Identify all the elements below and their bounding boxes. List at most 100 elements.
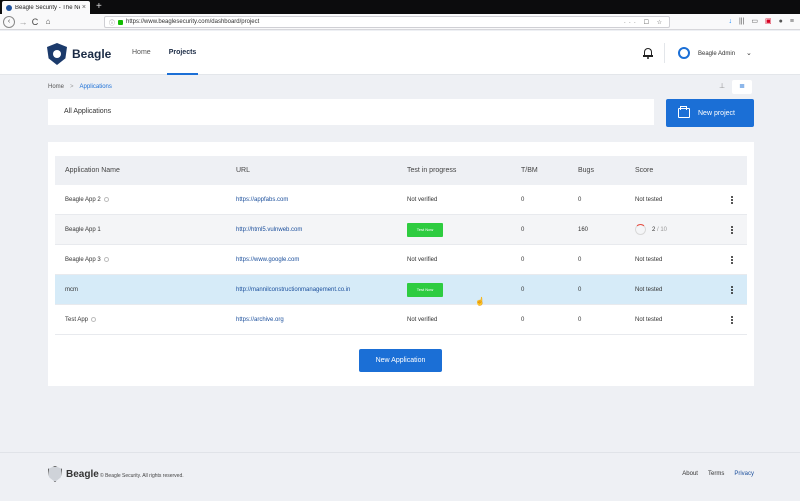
column-score: Score (635, 167, 654, 174)
column-test-in-progress: Test in progress (407, 167, 457, 174)
menu-icon[interactable]: ≡ (790, 16, 794, 28)
reload-icon[interactable]: C (30, 16, 40, 28)
score-value: Not tested (635, 257, 663, 263)
app-url-link[interactable]: http://html5.vulnweb.com (236, 215, 302, 245)
column-bugs: Bugs (578, 167, 594, 174)
more-options-icon[interactable] (731, 196, 734, 205)
column-application-name: Application Name (65, 167, 120, 174)
score-value: Not tested (635, 287, 663, 293)
library-icon[interactable]: ||| (739, 16, 744, 28)
more-options-icon[interactable] (731, 256, 734, 265)
browser-toolbar: ↓ ||| ▭ ▣ ● ≡ (728, 16, 794, 28)
test-now-button[interactable]: Test Now (407, 223, 443, 237)
beagle-logo[interactable]: Beagle (47, 43, 111, 65)
breadcrumb-separator: > (70, 84, 74, 90)
table-row[interactable]: mcm http://mannilconstructionmanagement.… (55, 275, 747, 305)
beagle-shield-icon (47, 43, 67, 65)
app-url-link[interactable]: https://appfabs.com (236, 185, 288, 215)
footer-link-privacy[interactable]: Privacy (734, 471, 754, 477)
logo-text: Beagle (72, 47, 112, 61)
score-value: 2 / 10 (635, 215, 667, 245)
bugs-value: 160 (578, 227, 589, 233)
main-nav: Home Projects (130, 31, 198, 75)
app-url-link[interactable]: http://mannilconstructionmanagement.co.i… (236, 275, 350, 305)
user-name[interactable]: Beagle Admin (698, 51, 735, 57)
url-text[interactable]: https://www.beaglesecurity.com/dashboard… (126, 19, 624, 25)
column-tbm: T/BM (521, 167, 538, 174)
bugs-value: 0 (578, 317, 582, 323)
home-icon[interactable]: ⌂ (43, 16, 53, 28)
more-options-icon[interactable] (731, 226, 734, 235)
verification-status: Not verified (407, 257, 438, 263)
new-application-button[interactable]: New Application (359, 349, 442, 372)
verification-status: Not verified (407, 197, 438, 203)
table-row[interactable]: Beagle App 2 https://appfabs.com Not ver… (55, 185, 747, 215)
url-bar[interactable]: ⓘ https://www.beaglesecurity.com/dashboa… (104, 16, 670, 28)
table-header: Application Name URL Test in progress T/… (55, 156, 747, 185)
info-icon[interactable] (103, 256, 109, 262)
info-icon[interactable]: ⓘ (109, 18, 115, 27)
forward-icon[interactable]: → (18, 16, 28, 28)
tbm-value: 0 (521, 197, 525, 203)
footer: Beagle © Beagle Security. All rights res… (0, 452, 800, 501)
score-value: Not tested (635, 317, 663, 323)
new-tab-button[interactable]: + (96, 1, 102, 13)
tbm-value: 0 (521, 287, 525, 293)
app-url-link[interactable]: https://archive.org (236, 305, 284, 335)
breadcrumb: Home > Applications (48, 84, 112, 90)
nav-home[interactable]: Home (130, 31, 153, 75)
more-options-icon[interactable] (731, 316, 734, 325)
app-url-link[interactable]: https://www.google.com (236, 245, 299, 275)
footer-logo[interactable]: Beagle (48, 466, 99, 482)
list-view-icon[interactable]: ≣ (732, 80, 752, 94)
bugs-value: 0 (578, 287, 582, 293)
notification-bell-icon[interactable] (643, 47, 653, 59)
info-icon[interactable] (103, 196, 109, 202)
info-icon[interactable] (91, 316, 97, 322)
tab-title: Beagle Security - The NexGen (15, 4, 80, 11)
user-avatar[interactable] (678, 47, 690, 59)
page-actions-icon[interactable]: ··· ☐ ☆ (624, 19, 665, 26)
app-name[interactable]: mcm (65, 275, 78, 305)
tbm-value: 0 (521, 317, 525, 323)
app-name[interactable]: Beagle App 2 (65, 185, 109, 215)
new-project-label: New project (698, 109, 735, 117)
footer-link-about[interactable]: About (682, 471, 698, 477)
app-name[interactable]: Beagle App 1 (65, 215, 101, 245)
grid-view-icon[interactable]: ⊥ (712, 80, 732, 94)
score-ring-icon (635, 223, 646, 235)
nav-projects[interactable]: Projects (166, 31, 199, 75)
copyright-text: © Beagle Security. All rights reserved. (100, 473, 184, 479)
table-row[interactable]: Test App https://archive.org Not verifie… (55, 305, 747, 335)
view-toggle: ⊥ ≣ (712, 80, 752, 94)
breadcrumb-home[interactable]: Home (48, 84, 64, 90)
site-favicon-icon (6, 4, 12, 11)
lock-icon (118, 19, 124, 25)
applications-filter[interactable]: All Applications (48, 99, 654, 125)
sidebar-icon[interactable]: ▭ (751, 16, 758, 28)
new-project-button[interactable]: New project (666, 99, 754, 127)
chevron-down-icon[interactable]: ⌄ (746, 49, 752, 57)
footer-logo-text: Beagle (66, 468, 99, 480)
more-options-icon[interactable] (731, 286, 734, 295)
bugs-value: 0 (578, 197, 582, 203)
back-icon[interactable]: ‹ (3, 16, 15, 28)
download-icon[interactable]: ↓ (728, 16, 732, 28)
table-row[interactable]: Beagle App 1 http://html5.vulnweb.com Te… (55, 215, 747, 245)
footer-link-terms[interactable]: Terms (708, 471, 724, 477)
table-row[interactable]: Beagle App 3 https://www.google.com Not … (55, 245, 747, 275)
browser-tab[interactable]: Beagle Security - The NexGen × (2, 1, 90, 14)
mouse-cursor-icon: ☝ (475, 297, 485, 306)
bugs-value: 0 (578, 257, 582, 263)
test-now-button[interactable]: Test Now (407, 283, 443, 297)
verification-status: Not verified (407, 317, 438, 323)
tab-close-icon[interactable]: × (82, 4, 86, 11)
app-name[interactable]: Test App (65, 305, 97, 335)
browser-tab-bar: Beagle Security - The NexGen × + (0, 0, 800, 14)
score-value: Not tested (635, 197, 663, 203)
app-name[interactable]: Beagle App 3 (65, 245, 109, 275)
extension-icon[interactable]: ▣ (765, 16, 772, 28)
account-icon[interactable]: ● (779, 16, 783, 28)
beagle-shield-icon (48, 466, 62, 482)
column-url: URL (236, 167, 251, 174)
